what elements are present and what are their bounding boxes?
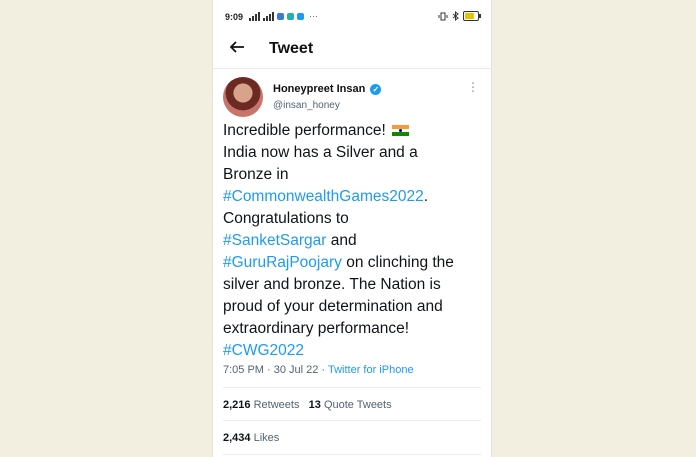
- tweet-timestamp: 7:05 PM · 30 Jul 22 · Twitter for iPhone: [223, 364, 414, 376]
- likes-stats[interactable]: 2,434 Likes: [223, 432, 279, 444]
- tweet-line: #CommonwealthGames2022.: [223, 186, 485, 208]
- tweet-text: Incredible performance! India now has a …: [223, 120, 485, 362]
- status-bar: 9:09 ···: [213, 0, 491, 34]
- bluetooth-icon: [452, 11, 459, 21]
- author-handle[interactable]: @insan_honey: [273, 100, 340, 111]
- phone-screen: 9:09 ··· Tweet Honeypreet Insan ✓ @insan…: [212, 0, 492, 457]
- retweet-stats[interactable]: 2,216 Retweets 13 Quote Tweets: [223, 399, 392, 411]
- divider: [223, 420, 481, 421]
- tweet-line: Bronze in: [223, 166, 289, 183]
- twitter-notification-icon: [297, 12, 304, 20]
- author-name[interactable]: Honeypreet Insan ✓: [273, 83, 382, 95]
- app-notification-icon: [287, 12, 294, 20]
- tweet-text-segment: on clinching the: [341, 254, 454, 271]
- tweet-header: Tweet: [213, 34, 491, 69]
- tweet-line: #GuruRajPoojary on clinching the: [223, 252, 485, 274]
- status-left-icons: ···: [249, 11, 318, 21]
- status-time: 9:09: [225, 12, 244, 22]
- app-notification-icon: [277, 12, 284, 20]
- more-notifications-icon: ···: [309, 11, 318, 21]
- timestamp-text: 7:05 PM · 30 Jul 22 ·: [223, 364, 328, 376]
- source-link[interactable]: Twitter for iPhone: [328, 364, 414, 376]
- page-title: Tweet: [269, 40, 314, 57]
- tweet-text-segment: .: [423, 188, 429, 205]
- quote-tweets-label[interactable]: Quote Tweets: [324, 399, 392, 411]
- more-options-icon[interactable]: ⋮: [467, 80, 479, 94]
- hashtag-link[interactable]: #CWG2022: [223, 342, 304, 359]
- signal-icon: [249, 11, 260, 21]
- tweet-line: India now has a Silver and a: [223, 144, 418, 161]
- avatar[interactable]: [223, 77, 263, 117]
- divider: [223, 454, 481, 455]
- india-flag-icon: [392, 125, 410, 136]
- likes-label[interactable]: Likes: [254, 432, 280, 444]
- likes-count[interactable]: 2,434: [223, 432, 251, 444]
- tweet-text-segment: Incredible performance!: [223, 122, 386, 139]
- retweets-count[interactable]: 2,216: [223, 399, 251, 411]
- tweet-line: #CWG2022: [223, 340, 485, 362]
- tweet-text-segment: and: [326, 232, 357, 249]
- vibrate-icon: [438, 12, 448, 20]
- tweet-line: proud of your determination and: [223, 298, 443, 315]
- tweet-line: #SanketSargar and: [223, 230, 485, 252]
- hashtag-link[interactable]: #CommonwealthGames2022: [223, 188, 424, 205]
- quote-tweets-count[interactable]: 13: [309, 399, 321, 411]
- tweet-line: Incredible performance!: [223, 120, 485, 142]
- tweet-line: extraordinary performance!: [223, 320, 410, 337]
- tweet-line: silver and bronze. The Nation is: [223, 276, 441, 293]
- tweet-line: Congratulations to: [223, 210, 349, 227]
- hashtag-link[interactable]: #GuruRajPoojary: [223, 254, 342, 271]
- battery-icon: [463, 11, 481, 21]
- signal-icon-2: [263, 11, 274, 21]
- verified-badge-icon: ✓: [370, 83, 382, 95]
- author-name-text[interactable]: Honeypreet Insan: [273, 83, 365, 95]
- divider: [223, 387, 481, 388]
- hashtag-link[interactable]: #SanketSargar: [223, 232, 326, 249]
- back-arrow-icon[interactable]: [229, 39, 245, 60]
- status-right-icons: [438, 11, 481, 21]
- retweets-label[interactable]: Retweets: [254, 399, 300, 411]
